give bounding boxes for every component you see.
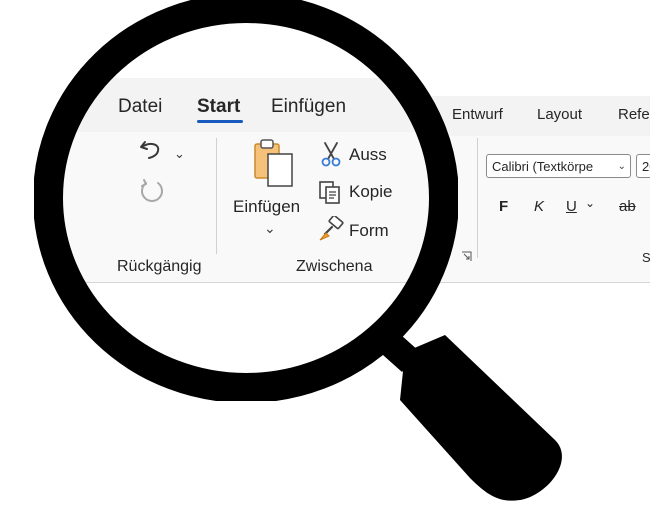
undo-options-chevron-icon[interactable]: ⌄ [174, 146, 185, 162]
tab-einfuegen[interactable]: Einfügen [271, 96, 346, 118]
copy-button[interactable]: Kopie [349, 182, 392, 202]
group-divider [216, 138, 217, 254]
font-group-label: S [642, 250, 650, 265]
paste-button[interactable]: Einfügen [233, 197, 300, 217]
magnifier-lens: Datei Start Einfügen ⌄ Rückgängig Einfüg… [60, 20, 432, 376]
font-name-value: Calibri (Textkörpe [492, 159, 594, 174]
clipboard-dialog-launcher-icon[interactable] [461, 249, 472, 267]
font-size-select[interactable]: 20 [636, 154, 650, 178]
chevron-down-icon: ⌄ [617, 161, 626, 172]
underline-button[interactable]: U [566, 198, 577, 215]
tab-references[interactable]: Refe [618, 106, 650, 123]
format-painter-button[interactable]: Form [349, 221, 389, 241]
cut-button[interactable]: Auss [349, 145, 387, 165]
group-divider [477, 138, 478, 258]
undo-group-label: Rückgängig [117, 258, 202, 275]
underline-options-chevron-icon[interactable]: ⌄ [585, 196, 595, 210]
paste-clipboard-icon[interactable] [252, 138, 296, 193]
clipboard-group-label: Zwischena [296, 258, 373, 275]
undo-icon[interactable] [138, 138, 164, 167]
font-size-value: 20 [642, 159, 650, 174]
active-tab-indicator [197, 120, 243, 123]
scissors-icon[interactable] [319, 141, 343, 172]
bold-button[interactable]: F [499, 198, 508, 215]
paste-options-chevron-icon[interactable]: ⌄ [264, 220, 276, 237]
font-name-select[interactable]: Calibri (Textkörpe ⌄ [486, 154, 631, 178]
tab-entwurf[interactable]: Entwurf [452, 106, 503, 123]
magnified-tab-bar: Datei Start Einfügen [60, 78, 432, 132]
redo-icon[interactable] [138, 178, 166, 211]
strikethrough-button[interactable]: ab [619, 198, 636, 215]
magnified-ribbon: Datei Start Einfügen ⌄ Rückgängig Einfüg… [60, 20, 432, 376]
tab-layout[interactable]: Layout [537, 106, 582, 123]
tab-datei[interactable]: Datei [118, 96, 162, 118]
magnified-ribbon-body: ⌄ Rückgängig Einfügen ⌄ Auss Kopie Form … [60, 132, 432, 283]
italic-button[interactable]: K [534, 198, 544, 215]
copy-icon[interactable] [318, 180, 342, 209]
tab-start[interactable]: Start [197, 96, 240, 118]
format-painter-icon[interactable] [318, 214, 344, 247]
